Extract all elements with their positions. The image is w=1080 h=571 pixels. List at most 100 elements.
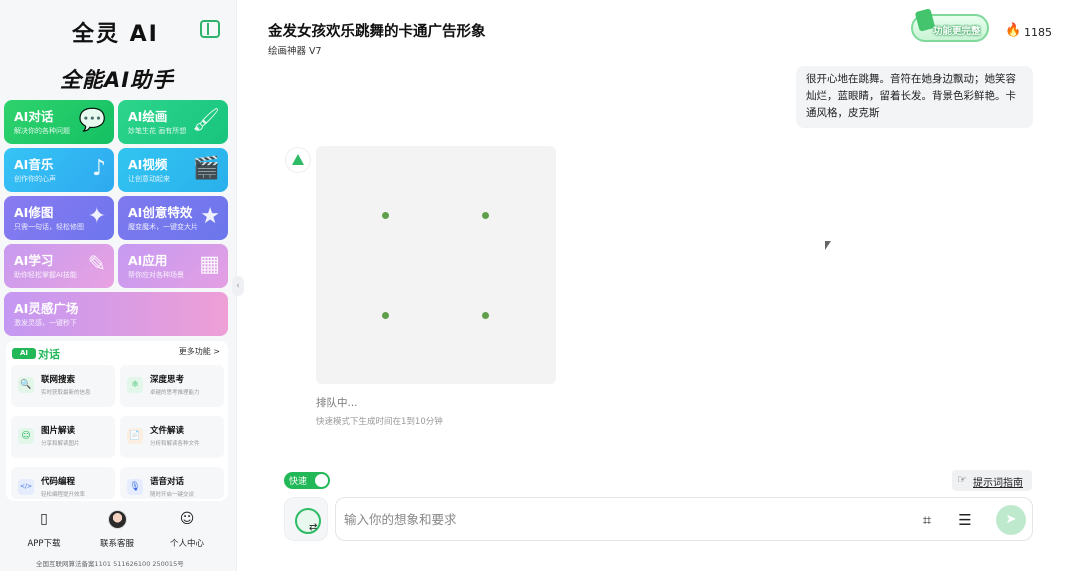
mouse-cursor-icon: [825, 241, 831, 250]
grid-icon: ▦: [199, 252, 220, 277]
card-title: AI视频: [128, 157, 168, 172]
hand-pointer-icon: ☞: [957, 473, 967, 486]
card-title: AI音乐: [14, 157, 54, 172]
image-loading-placeholder: [316, 146, 556, 384]
card-subtitle: 妙笔生花 画有所想: [128, 127, 187, 135]
chat-section-title: 对话: [38, 348, 60, 361]
sidebar-toggle-icon[interactable]: [200, 20, 220, 38]
feature-coding[interactable]: </> 代码编程 轻松编程提升效率: [11, 467, 115, 499]
phone-icon: ▯: [40, 511, 48, 527]
card-ai-learning[interactable]: AI学习 助你轻松掌握AI技能 ✎: [4, 244, 114, 288]
page-title: 金发女孩欢乐跳舞的卡通广告形象: [268, 24, 486, 40]
nav-customer-service[interactable]: 联系客服: [82, 510, 152, 550]
card-subtitle: 魔变魔术，一键变大片: [128, 223, 198, 231]
image-smile-icon: ☺: [18, 428, 34, 444]
loading-dot: [482, 212, 489, 219]
prompt-input-box: ⌗ ☰ ➤: [335, 497, 1033, 541]
music-note-icon: ♪: [91, 156, 106, 181]
card-ai-apps[interactable]: AI应用 帮你应对各种场景 ▦: [118, 244, 228, 288]
clapperboard-icon: 🎬: [192, 156, 220, 181]
card-subtitle: 助你轻松掌握AI技能: [14, 271, 77, 279]
collapse-sidebar-handle[interactable]: ‹: [232, 276, 244, 296]
feature-subtitle: 卓越的思考推理能力: [150, 390, 200, 396]
user-message: 很开心地在跳舞。音符在她身边飘动；她笑容灿烂，蓝眼睛，留着长发。背景色彩鲜艳。卡…: [796, 66, 1033, 128]
chat-features-panel: AI 对话 更多功能 > 🔍 联网搜索 实时获取最新的信息 ⚛ 深度思考 卓越的…: [6, 341, 228, 501]
ai-badge: AI: [12, 348, 36, 359]
feature-web-search[interactable]: 🔍 联网搜索 实时获取最新的信息: [11, 365, 115, 407]
fast-mode-label: 快速: [289, 477, 308, 487]
card-title: AI灵感广场: [14, 301, 79, 316]
code-icon: </>: [18, 479, 34, 495]
queue-hint: 快速模式下生成时间在1到10分钟: [316, 417, 443, 427]
card-ai-effects[interactable]: AI创意特效 魔变魔术，一键变大片 ★: [118, 196, 228, 240]
feature-title: 文件解读: [150, 426, 185, 436]
nav-label: 个人中心: [169, 539, 204, 549]
nav-personal-center[interactable]: ☺ 个人中心: [152, 510, 222, 550]
feature-subtitle: 随时开启一键交谈: [150, 492, 195, 498]
card-subtitle: 激发灵感，一键秒下: [14, 319, 77, 327]
card-subtitle: 解决你的各种问题: [14, 127, 70, 135]
fast-mode-toggle[interactable]: 快速: [284, 472, 330, 489]
card-ai-painting[interactable]: AI绘画 妙笔生花 画有所想 🖌: [118, 100, 228, 144]
pencil-icon: ✎: [87, 252, 106, 277]
credits-count: 1185: [1024, 26, 1052, 39]
feature-subtitle: 分析和解读各种文件: [150, 441, 200, 447]
card-title: AI学习: [14, 253, 54, 268]
card-subtitle: 创作你的心声: [14, 175, 56, 183]
card-title: AI对话: [14, 109, 54, 124]
card-ai-inspiration[interactable]: AI灵感广场 激发灵感，一键秒下: [4, 292, 228, 336]
crop-icon[interactable]: ⌗: [916, 509, 938, 531]
feature-file-reading[interactable]: 📄 文件解读 分析和解读各种文件: [120, 416, 224, 458]
sparkle-icon: ✦: [87, 204, 106, 229]
prompt-input[interactable]: [344, 508, 904, 530]
loading-dot: [382, 312, 389, 319]
card-ai-video[interactable]: AI视频 让创意动起来 🎬: [118, 148, 228, 192]
feature-title: 联网搜索: [41, 375, 76, 385]
queue-status: 排队中...: [316, 397, 358, 409]
user-icon: ☺: [179, 511, 195, 527]
send-button[interactable]: ➤: [996, 505, 1026, 535]
document-icon: 📄: [127, 428, 143, 444]
card-title: AI应用: [128, 253, 168, 268]
search-icon: 🔍: [18, 377, 34, 393]
slogan: 全能AI助手: [60, 68, 175, 92]
sidebar: 全灵 AI 全能AI助手 AI对话 解决你的各种问题 💬 AI绘画 妙笔生花 画…: [0, 0, 237, 571]
switch-mode-button[interactable]: [284, 497, 328, 541]
card-subtitle: 帮你应对各种场景: [128, 271, 184, 279]
feature-subtitle: 轻松编程提升效率: [41, 492, 86, 498]
app-root: 全灵 AI 全能AI助手 AI对话 解决你的各种问题 💬 AI绘画 妙笔生花 画…: [0, 0, 1080, 571]
bot-avatar-icon: [286, 148, 310, 172]
card-title: AI绘画: [128, 109, 168, 124]
feature-deep-thinking[interactable]: ⚛ 深度思考 卓越的思考推理能力: [120, 365, 224, 407]
atom-icon: ⚛: [127, 377, 143, 393]
prompt-guide-button[interactable]: ☞ 提示词指南: [952, 470, 1032, 491]
vip-label: 功能更完整: [933, 26, 981, 37]
feature-title: 代码编程: [41, 477, 76, 487]
chat-bubble-icon: 💬: [78, 108, 106, 133]
toggle-knob: [315, 474, 328, 487]
loading-dot: [482, 312, 489, 319]
prompt-guide-label: 提示词指南: [973, 478, 1023, 489]
microphone-icon: 🎙: [127, 479, 143, 495]
flame-icon: 🔥: [1005, 23, 1022, 38]
card-ai-retouch[interactable]: AI修图 只需一句话，轻松修图 ✦: [4, 196, 114, 240]
sidebar-bottom-nav: ▯ APP下载 联系客服 ☺ 个人中心: [0, 502, 237, 554]
feature-subtitle: 实时获取最新的信息: [41, 390, 91, 396]
vip-upgrade-button[interactable]: 功能更完整: [911, 8, 989, 42]
more-features-link[interactable]: 更多功能 >: [179, 346, 220, 357]
feature-voice-chat[interactable]: 🎙 语音对话 随时开启一键交谈: [120, 467, 224, 499]
feature-image-reading[interactable]: ☺ 图片解读 分享和解读图片: [11, 416, 115, 458]
card-ai-chat[interactable]: AI对话 解决你的各种问题 💬: [4, 100, 114, 144]
feature-title: 深度思考: [150, 375, 185, 385]
nav-app-download[interactable]: ▯ APP下载: [9, 510, 79, 550]
nav-label: 联系客服: [99, 539, 134, 549]
card-title: AI修图: [14, 205, 54, 220]
brand-logo[interactable]: 全灵 AI: [72, 16, 159, 48]
feature-subtitle: 分享和解读图片: [41, 441, 80, 447]
nav-label: APP下载: [27, 539, 61, 549]
avatar: [107, 510, 127, 529]
settings-sliders-icon[interactable]: ☰: [954, 509, 976, 531]
card-ai-music[interactable]: AI音乐 创作你的心声 ♪: [4, 148, 114, 192]
icp-filing-text: 全国互联网算法备案1101 511626100 250015号: [36, 560, 184, 568]
loading-dot: [382, 212, 389, 219]
